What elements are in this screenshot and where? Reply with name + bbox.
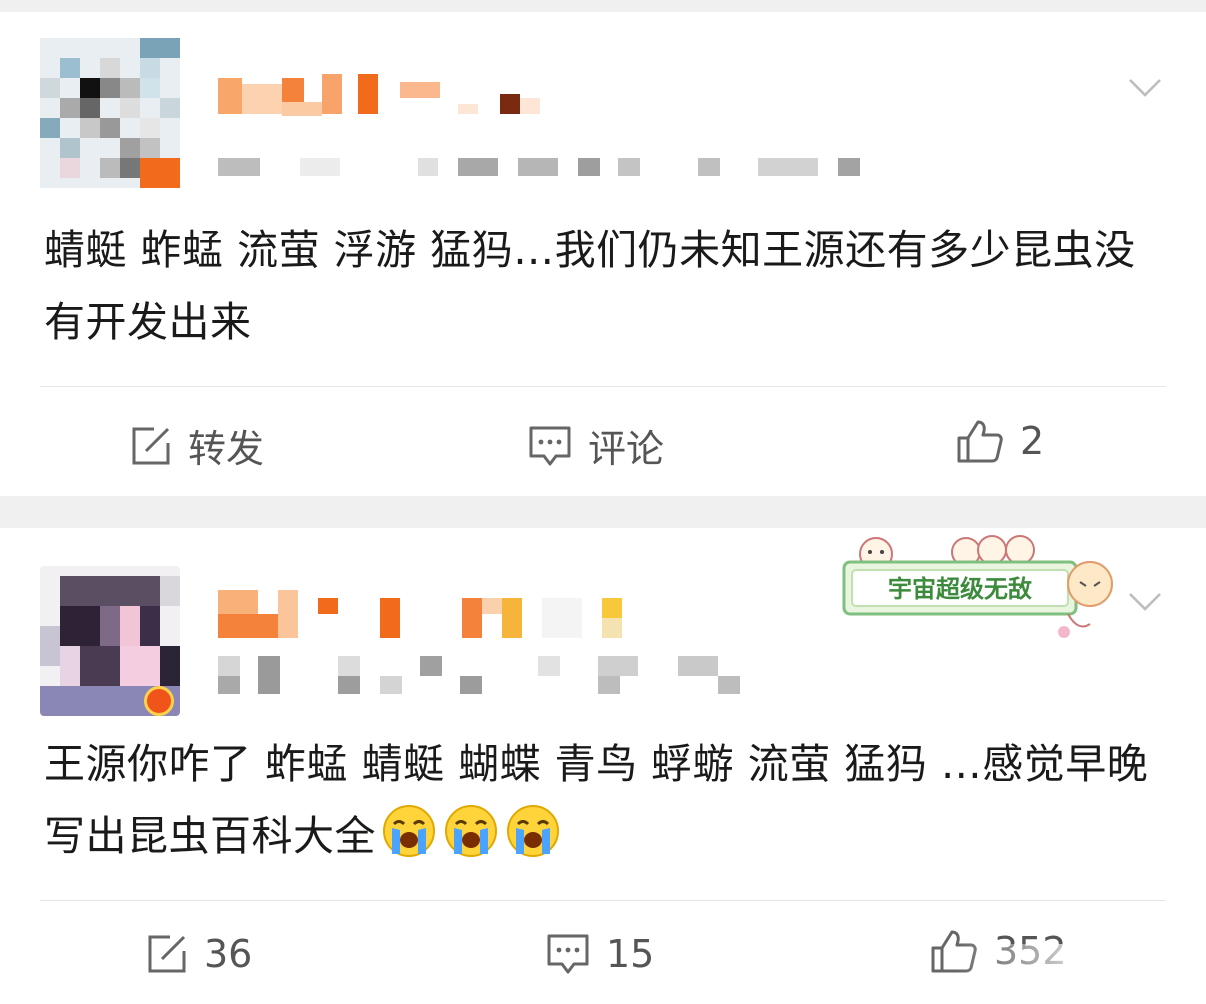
crying-face-emoji [507,805,559,857]
repost-icon [132,427,170,464]
like-button[interactable]: 2 [956,418,1044,464]
thumbs-up-icon [957,420,1003,463]
comment-icon [529,426,571,465]
comment-icon [547,934,589,974]
post-text: 王源你咋了 蚱蜢 蜻蜓 蝴蝶 青鸟 蜉蝣 流萤 猛犸 …感觉早晚写出昆虫百科大全 [44,728,1164,872]
comment-button[interactable]: 15 [546,932,654,976]
post-card: 蜻蜓 蚱蜢 流萤 浮游 猛犸…我们仍未知王源还有多少昆虫没有开发出来 转发 评论… [0,12,1206,496]
avatar[interactable] [40,38,180,188]
post-text: 蜻蜓 蚱蜢 流萤 浮游 猛犸…我们仍未知王源还有多少昆虫没有开发出来 [44,226,1136,346]
comment-count: 15 [606,932,655,976]
comment-label: 评论 [588,427,665,471]
divider [40,386,1166,387]
repost-button[interactable]: 36 [146,932,252,976]
badge-sticker: 宇宙超级无敌 [842,535,1113,638]
repost-button[interactable]: 转发 [130,418,264,473]
repost-count: 36 [204,932,253,976]
avatar[interactable] [40,566,180,716]
crying-face-emoji-group [376,805,562,860]
username[interactable] [218,74,548,116]
comment-button[interactable]: 评论 [528,418,664,473]
watermark-fade [956,944,1206,1004]
crying-face-emoji [445,805,497,857]
repost-label: 转发 [188,427,265,471]
divider [40,900,1166,901]
like-count: 2 [1020,419,1045,463]
repost-icon [148,935,186,973]
post-meta [218,156,898,178]
post-meta [218,656,748,696]
username[interactable] [218,590,628,638]
chevron-down-icon[interactable] [1128,78,1162,98]
post-text-body: 王源你咋了 蚱蜢 蜻蜓 蝴蝶 青鸟 蜉蝣 流萤 猛犸 …感觉早晚写出昆虫百科大全 [44,740,1149,860]
chevron-down-icon[interactable] [1128,592,1162,612]
post-card: 宇宙超级无敌 王源你咋了 蚱蜢 蜻蜓 蝴蝶 青鸟 蜉蝣 流萤 猛犸 …感觉早晚写… [0,528,1206,1004]
crying-face-emoji [383,805,435,857]
badge-text: 宇宙超级无敌 [888,575,1032,603]
